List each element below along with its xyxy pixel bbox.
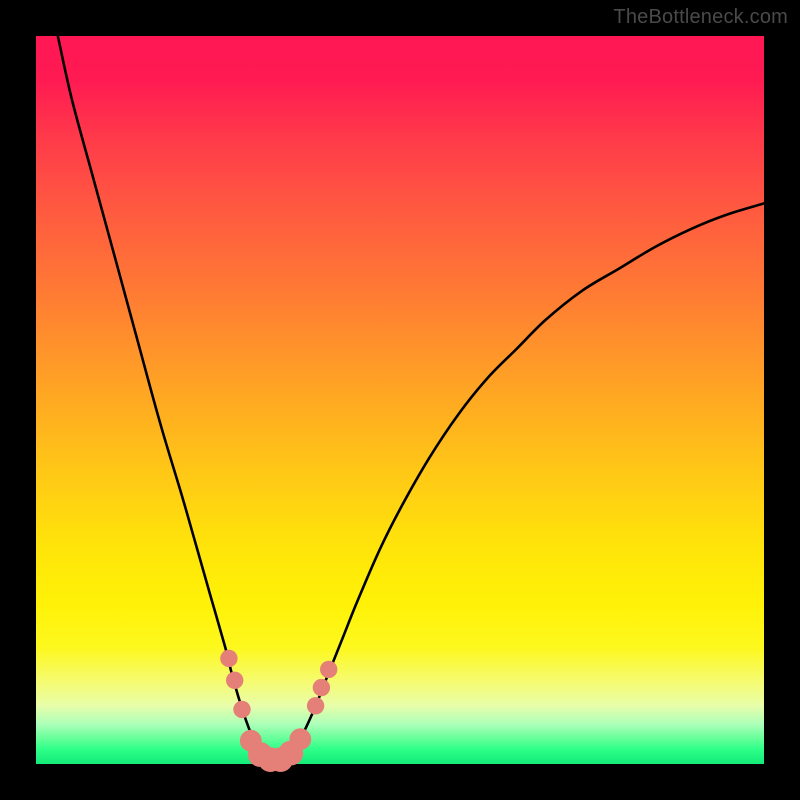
chart-frame: TheBottleneck.com: [0, 0, 800, 800]
curve-marker: [313, 679, 330, 696]
curve-marker: [289, 728, 311, 750]
curve-line: [58, 36, 764, 761]
chart-svg: [36, 36, 764, 764]
curve-markers: [220, 650, 337, 772]
curve-marker: [307, 697, 324, 714]
curve-marker: [320, 661, 337, 678]
watermark-text: TheBottleneck.com: [613, 6, 788, 29]
chart-plot-area: [36, 36, 764, 764]
curve-marker: [226, 672, 243, 689]
curve-marker: [220, 650, 237, 667]
curve-marker: [233, 701, 250, 718]
